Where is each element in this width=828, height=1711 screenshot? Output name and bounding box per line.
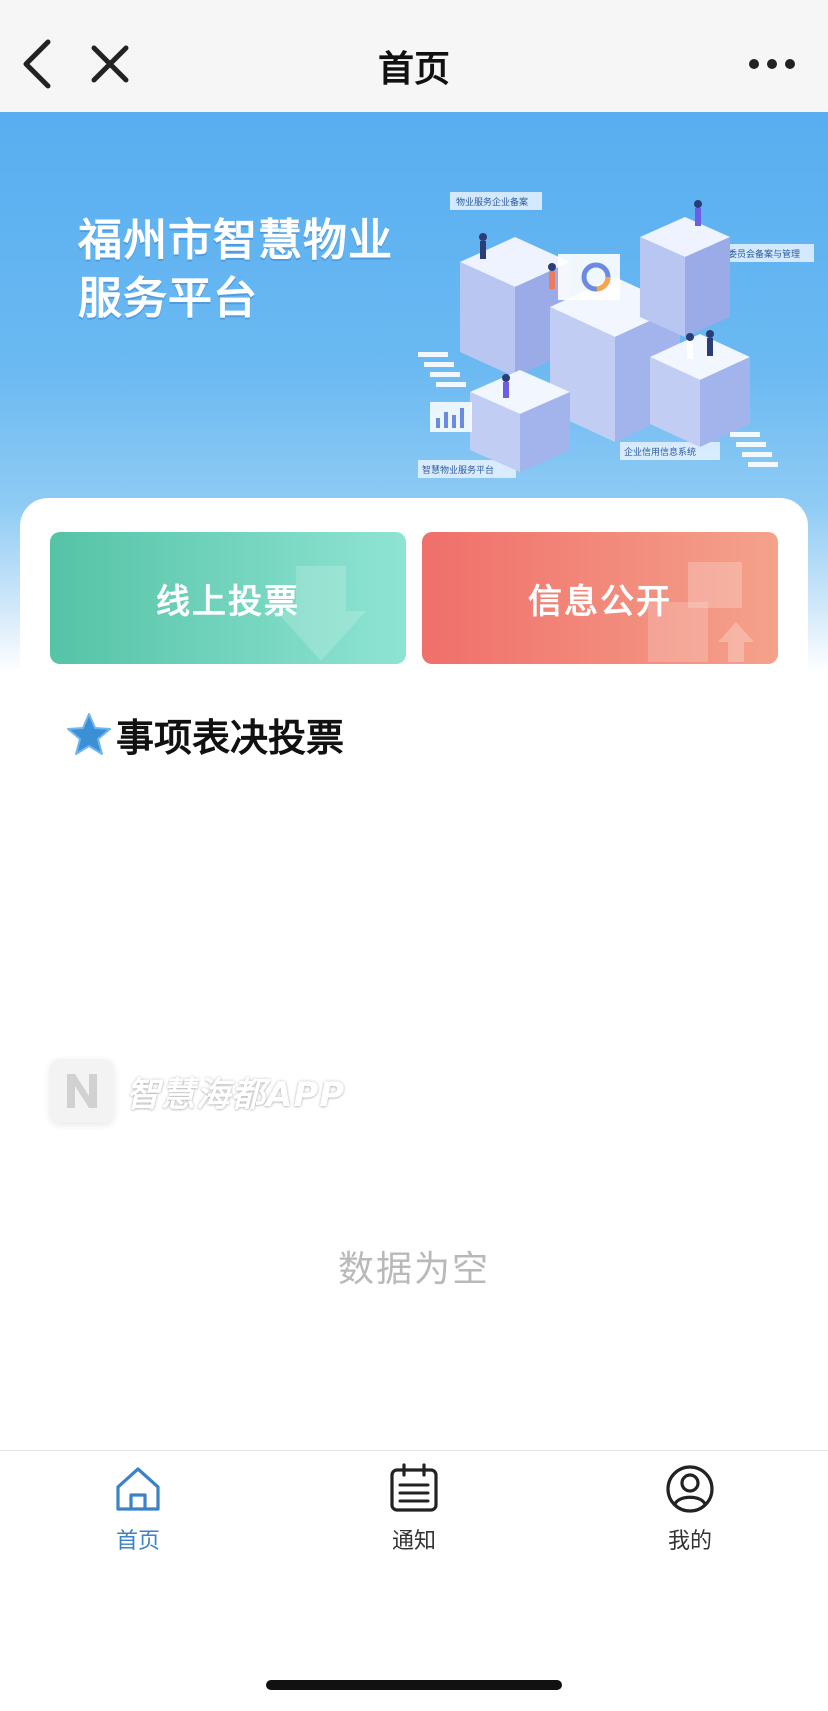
tag-property-service: 物业服务企业备案	[456, 196, 528, 208]
tab-home[interactable]: 首页	[48, 1461, 228, 1571]
watermark: 智慧海都APP	[50, 1056, 345, 1126]
home-icon	[116, 1467, 160, 1511]
more-horizontal-icon[interactable]	[748, 50, 796, 78]
empty-state-text: 数据为空	[337, 1249, 490, 1290]
tab-notifications-label: 通知	[391, 1529, 436, 1554]
online-vote-label: 线上投票	[156, 581, 300, 622]
close-icon[interactable]	[88, 42, 132, 86]
section-header-voting: 事项表决投票	[66, 706, 344, 762]
tag-credit-system: 企业信用信息系统	[624, 446, 696, 458]
info-disclosure-button[interactable]: 信息公开	[422, 532, 778, 664]
home-indicator[interactable]	[266, 1680, 562, 1690]
banner-title: 福州市智慧物业 服务平台	[78, 212, 393, 328]
online-vote-button[interactable]: 线上投票	[50, 532, 406, 664]
watermark-n-logo-icon	[67, 1074, 97, 1108]
watermark-logo	[50, 1059, 114, 1123]
tag-smart-platform: 智慧物业服务平台	[422, 464, 494, 476]
tab-notifications[interactable]: 通知	[324, 1461, 504, 1571]
bottom-tab-bar: 首页 通知 我的	[0, 1450, 828, 1591]
isometric-platform-illustration: 物业服务企业备案 业主委员会备案与管理 企业信用信息系统 智慧物业服务平台	[418, 192, 814, 478]
chevron-left-icon[interactable]	[18, 38, 58, 90]
watermark-text: 智慧海都APP	[126, 1074, 346, 1115]
info-disclosure-label: 信息公开	[528, 581, 672, 622]
star-icon	[67, 713, 111, 755]
banner-title-line1: 福州市智慧物业	[78, 215, 393, 266]
calendar-icon	[390, 1463, 438, 1512]
section-title: 事项表决投票	[116, 715, 345, 760]
banner-title-line2: 服务平台	[78, 273, 258, 324]
tab-profile[interactable]: 我的	[600, 1461, 780, 1571]
tab-profile-label: 我的	[667, 1529, 712, 1554]
tab-home-label: 首页	[115, 1529, 160, 1554]
user-icon	[666, 1465, 714, 1513]
top-nav-bar: 首页	[0, 0, 828, 112]
isometric-cubes	[418, 200, 778, 472]
